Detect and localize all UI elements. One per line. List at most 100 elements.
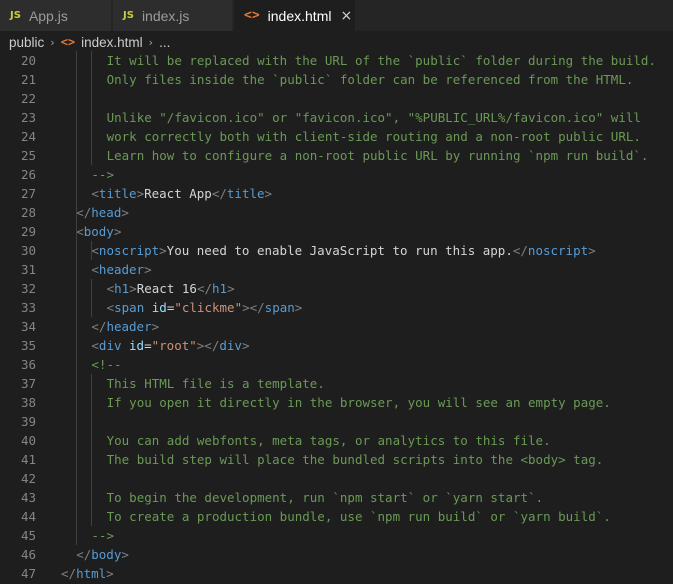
code-token: > [159,243,167,258]
code-text: --> [91,526,114,545]
code-token: React App [144,186,212,201]
code-line[interactable]: 30 <noscript>You need to enable JavaScrip… [0,241,673,260]
code-line[interactable]: 31 <header> [0,260,673,279]
code-token: ></ [196,338,220,353]
code-line[interactable]: 27 <title>React App</title> [0,184,673,203]
code-token: < [91,186,99,201]
code-token: > [264,186,273,201]
code-token: </ [196,281,212,296]
code-text: <div id="root"></div> [91,336,249,355]
line-number: 43 [20,490,36,505]
code-line[interactable]: 32 <h1>React 16</h1> [0,279,673,298]
code-text: This HTML file is a template. [107,374,325,393]
code-text: It will be replaced with the URL of the … [107,51,656,70]
line-number: 35 [20,338,36,353]
code-line[interactable]: 33 <span id="clickme"></span> [0,298,673,317]
code-line[interactable]: 41 The build step will place the bundled … [0,450,673,469]
code-text: Learn how to configure a non-root public… [107,146,649,165]
code-text: To create a production bundle, use `npm … [107,507,611,526]
code-text: To begin the development, run `npm start… [107,488,544,507]
javascript-file-icon: JS [123,10,134,21]
code-token: > [144,262,152,277]
code-token: body [91,547,122,562]
code-token: "clickme" [174,300,243,315]
line-number: 24 [20,129,36,144]
code-text: <!-- [91,355,121,374]
line-number: 33 [20,300,36,315]
code-token: </ [76,205,92,220]
code-line[interactable]: 34 </header> [0,317,673,336]
breadcrumb-file[interactable]: index.html [81,35,143,50]
code-line[interactable]: 22 [0,89,673,108]
line-number: 27 [20,186,36,201]
code-line[interactable]: 46 </body> [0,545,673,564]
code-text: </head> [76,203,129,222]
tab-app-js[interactable]: JS App.js [0,0,112,31]
line-number: 45 [20,528,36,543]
code-text: work correctly both with client-side rou… [107,127,641,146]
code-line[interactable]: 28 </head> [0,203,673,222]
code-token: title [98,186,137,201]
tab-bar: JS App.js JS index.js <> index.html × [0,0,673,31]
tab-index-js[interactable]: JS index.js [113,0,233,31]
code-token: React 16 [136,281,197,296]
code-token: > [129,281,137,296]
code-token: </ [91,319,107,334]
code-line[interactable]: 38 If you open it directly in the browser… [0,393,673,412]
code-token: = [144,338,152,353]
code-line[interactable]: 42 [0,469,673,488]
line-number: 29 [20,224,36,239]
code-line[interactable]: 25 Learn how to configure a non-root publ… [0,146,673,165]
code-line[interactable]: 43 To begin the development, run `npm sta… [0,488,673,507]
code-token: < [106,281,115,296]
close-icon[interactable]: × [340,8,352,24]
line-number: 36 [20,357,36,372]
code-text: If you open it directly in the browser, … [107,393,611,412]
tab-label: index.html [267,7,332,24]
code-line[interactable]: 45 --> [0,526,673,545]
code-token: head [91,205,122,220]
tab-index-html[interactable]: <> index.html × [234,0,356,31]
code-line[interactable]: 20 It will be replaced with the URL of th… [0,51,673,70]
code-token: --> [91,528,114,543]
code-line[interactable]: 23 Unlike "/favicon.ico" or "favicon.ico"… [0,108,673,127]
code-token: </ [512,243,528,258]
code-line[interactable]: 35 <div id="root"></div> [0,336,673,355]
code-token: > [121,547,129,562]
code-token: > [136,186,145,201]
javascript-file-icon: JS [10,10,21,21]
code-editor[interactable]: 20 It will be replaced with the URL of th… [0,51,673,584]
code-text: </body> [76,545,129,564]
code-line[interactable]: 29 <body> [0,222,673,241]
code-token: --> [91,167,114,182]
code-line[interactable]: 39 [0,412,673,431]
code-line[interactable]: 44 To create a production bundle, use `np… [0,507,673,526]
code-line[interactable]: 24 work correctly both with client-side r… [0,127,673,146]
code-token: Learn how to configure a non-root public… [106,148,649,163]
html-file-icon: <> [60,35,76,49]
code-token: h1 [114,281,130,296]
code-token: > [588,243,596,258]
code-token: < [76,224,84,239]
code-line[interactable]: 26 --> [0,165,673,184]
breadcrumb-folder[interactable]: public [9,35,44,50]
code-line[interactable]: 36 <!-- [0,355,673,374]
breadcrumb-symbol[interactable]: ... [159,35,170,50]
code-text: Only files inside the `public` folder ca… [107,70,634,89]
code-line[interactable]: 21 Only files inside the `public` folder … [0,70,673,89]
code-line[interactable]: 47 </html> [0,564,673,583]
line-number: 31 [20,262,36,277]
code-token: span [114,300,145,315]
line-number: 21 [20,72,36,87]
code-text: <header> [91,260,151,279]
code-line[interactable]: 40 You can add webfonts, meta tags, or an… [0,431,673,450]
line-number: 39 [20,414,36,429]
code-token: This HTML file is a template. [106,376,325,391]
line-number: 34 [20,319,36,334]
code-token: </ [61,566,77,581]
code-token: "root" [151,338,197,353]
indent-guide [76,51,78,545]
code-line[interactable]: 37 This HTML file is a template. [0,374,673,393]
line-number: 40 [20,433,36,448]
